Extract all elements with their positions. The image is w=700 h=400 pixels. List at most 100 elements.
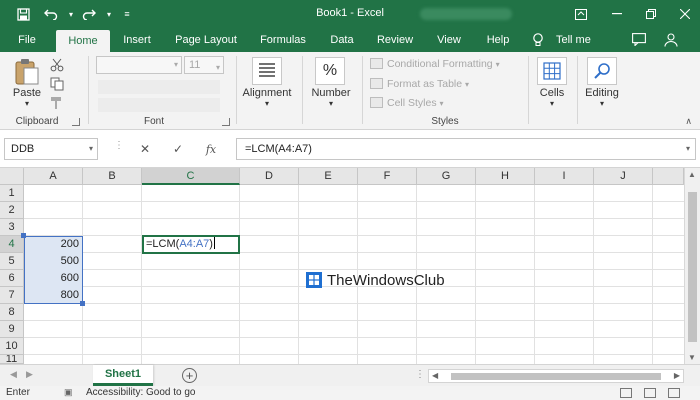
- accessibility-status[interactable]: Accessibility: Good to go: [86, 387, 196, 398]
- sheet-next-icon[interactable]: ▶: [26, 369, 33, 380]
- row-header-10[interactable]: 10: [0, 338, 24, 355]
- column-header-b[interactable]: B: [83, 168, 142, 185]
- alignment-button[interactable]: Alignment: [238, 87, 296, 99]
- tab-review[interactable]: Review: [370, 28, 420, 52]
- save-icon[interactable]: [14, 5, 32, 23]
- cell-a5[interactable]: 500: [24, 253, 83, 270]
- undo-dropdown-icon[interactable]: ▾: [62, 5, 80, 23]
- column-header-h[interactable]: H: [476, 168, 535, 185]
- conditional-formatting-button[interactable]: Conditional Formatting ▾: [370, 58, 500, 70]
- cell-a7[interactable]: 800: [24, 287, 83, 304]
- worksheet-grid[interactable]: A B C D E F G H I J 1 2 3 4 5 6 7 8 9 10…: [0, 168, 700, 364]
- separator: [88, 56, 89, 124]
- editing-button[interactable]: Editing: [580, 87, 624, 99]
- tab-data[interactable]: Data: [322, 28, 362, 52]
- column-header-f[interactable]: F: [358, 168, 417, 185]
- chevron-down-icon: ▾: [549, 99, 554, 108]
- column-header-e[interactable]: E: [299, 168, 358, 185]
- row-header-1[interactable]: 1: [0, 185, 24, 202]
- redo-icon[interactable]: [80, 5, 98, 23]
- customize-icon[interactable]: ≡: [118, 5, 136, 23]
- scroll-left-icon[interactable]: ◀: [432, 371, 438, 380]
- row-header-4[interactable]: 4: [0, 236, 24, 253]
- font-launcher-icon[interactable]: [222, 118, 230, 126]
- tab-insert[interactable]: Insert: [114, 28, 160, 52]
- macro-icon[interactable]: ▣: [64, 387, 73, 398]
- column-header-g[interactable]: G: [417, 168, 476, 185]
- scroll-thumb[interactable]: [451, 373, 661, 380]
- close-icon[interactable]: [670, 4, 700, 24]
- page-layout-view-icon[interactable]: [644, 388, 656, 398]
- row-header-6[interactable]: 6: [0, 270, 24, 287]
- scroll-right-icon[interactable]: ▶: [674, 371, 680, 380]
- tab-help[interactable]: Help: [478, 28, 518, 52]
- restore-icon[interactable]: [636, 4, 666, 24]
- search-icon[interactable]: [587, 57, 617, 85]
- number-button[interactable]: Number: [306, 87, 356, 99]
- scroll-thumb[interactable]: [688, 192, 697, 342]
- tab-formulas[interactable]: Formulas: [252, 28, 314, 52]
- alignment-icon[interactable]: [252, 57, 282, 85]
- column-header-d[interactable]: D: [240, 168, 299, 185]
- cell-a4[interactable]: 200: [24, 236, 83, 253]
- comments-icon[interactable]: [632, 33, 646, 47]
- cancel-icon[interactable]: ✕: [137, 142, 153, 156]
- row-header-8[interactable]: 8: [0, 304, 24, 321]
- copy-icon[interactable]: [50, 77, 64, 94]
- cells-icon[interactable]: [537, 57, 567, 85]
- minimize-icon[interactable]: [602, 4, 632, 24]
- active-cell-c4[interactable]: =LCM(A4:A7): [142, 235, 240, 254]
- format-painter-icon[interactable]: [50, 96, 64, 113]
- tab-page-layout[interactable]: Page Layout: [168, 28, 244, 52]
- select-all-corner[interactable]: [0, 168, 24, 185]
- tell-me-search[interactable]: Tell me: [556, 28, 591, 52]
- cell-a6[interactable]: 600: [24, 270, 83, 287]
- row-header-5[interactable]: 5: [0, 253, 24, 270]
- tab-home[interactable]: Home: [56, 30, 110, 52]
- chevron-down-icon: ▾: [215, 63, 220, 72]
- gridline: [24, 337, 684, 338]
- insert-function-icon[interactable]: fx: [203, 142, 219, 156]
- vertical-scrollbar[interactable]: ▲ ▼: [684, 168, 700, 364]
- share-icon[interactable]: [664, 33, 678, 47]
- cell-styles-button[interactable]: Cell Styles ▾: [370, 97, 444, 109]
- scroll-up-icon[interactable]: ▲: [688, 170, 696, 179]
- tab-file[interactable]: File: [6, 28, 48, 52]
- row-header-2[interactable]: 2: [0, 202, 24, 219]
- scroll-down-icon[interactable]: ▼: [688, 353, 696, 362]
- redo-dropdown-icon[interactable]: ▾: [100, 5, 118, 23]
- percent-icon[interactable]: %: [315, 57, 345, 85]
- sheet-tab-sheet1[interactable]: Sheet1: [93, 365, 153, 386]
- add-sheet-icon[interactable]: +: [182, 368, 197, 383]
- column-header-a[interactable]: A: [24, 168, 83, 185]
- paste-button[interactable]: Paste: [10, 87, 44, 99]
- name-box[interactable]: DDB ▾: [4, 138, 98, 160]
- row-header-11[interactable]: 11: [0, 355, 24, 364]
- collapse-ribbon-icon[interactable]: ∧: [685, 116, 692, 127]
- font-name-combo[interactable]: ▾: [96, 56, 182, 74]
- clipboard-launcher-icon[interactable]: [72, 118, 80, 126]
- formula-input[interactable]: =LCM(A4:A7) ▾: [236, 138, 696, 160]
- column-header-c[interactable]: C: [142, 168, 240, 185]
- row-header-7[interactable]: 7: [0, 287, 24, 304]
- font-size-combo[interactable]: 11 ▾: [184, 56, 224, 74]
- column-header-i[interactable]: I: [535, 168, 594, 185]
- cells-button[interactable]: Cells: [532, 87, 572, 99]
- enter-icon[interactable]: ✓: [170, 142, 186, 156]
- normal-view-icon[interactable]: [620, 388, 632, 398]
- gridline: [24, 269, 684, 270]
- cut-icon[interactable]: [50, 58, 64, 75]
- page-break-view-icon[interactable]: [668, 388, 680, 398]
- ribbon-display-icon[interactable]: [566, 4, 596, 24]
- row-header-9[interactable]: 9: [0, 321, 24, 338]
- sheet-prev-icon[interactable]: ◀: [10, 369, 17, 380]
- tab-view[interactable]: View: [428, 28, 470, 52]
- horizontal-scrollbar[interactable]: ◀ ▶: [428, 369, 684, 383]
- column-header-j[interactable]: J: [594, 168, 653, 185]
- format-as-table-button[interactable]: Format as Table ▾: [370, 78, 469, 90]
- paste-icon[interactable]: [14, 58, 40, 89]
- paste-dropdown-icon[interactable]: ▾: [20, 99, 34, 108]
- column-header-k[interactable]: [653, 168, 684, 185]
- undo-icon[interactable]: [42, 5, 60, 23]
- tab-split-icon[interactable]: ⋮: [415, 369, 425, 380]
